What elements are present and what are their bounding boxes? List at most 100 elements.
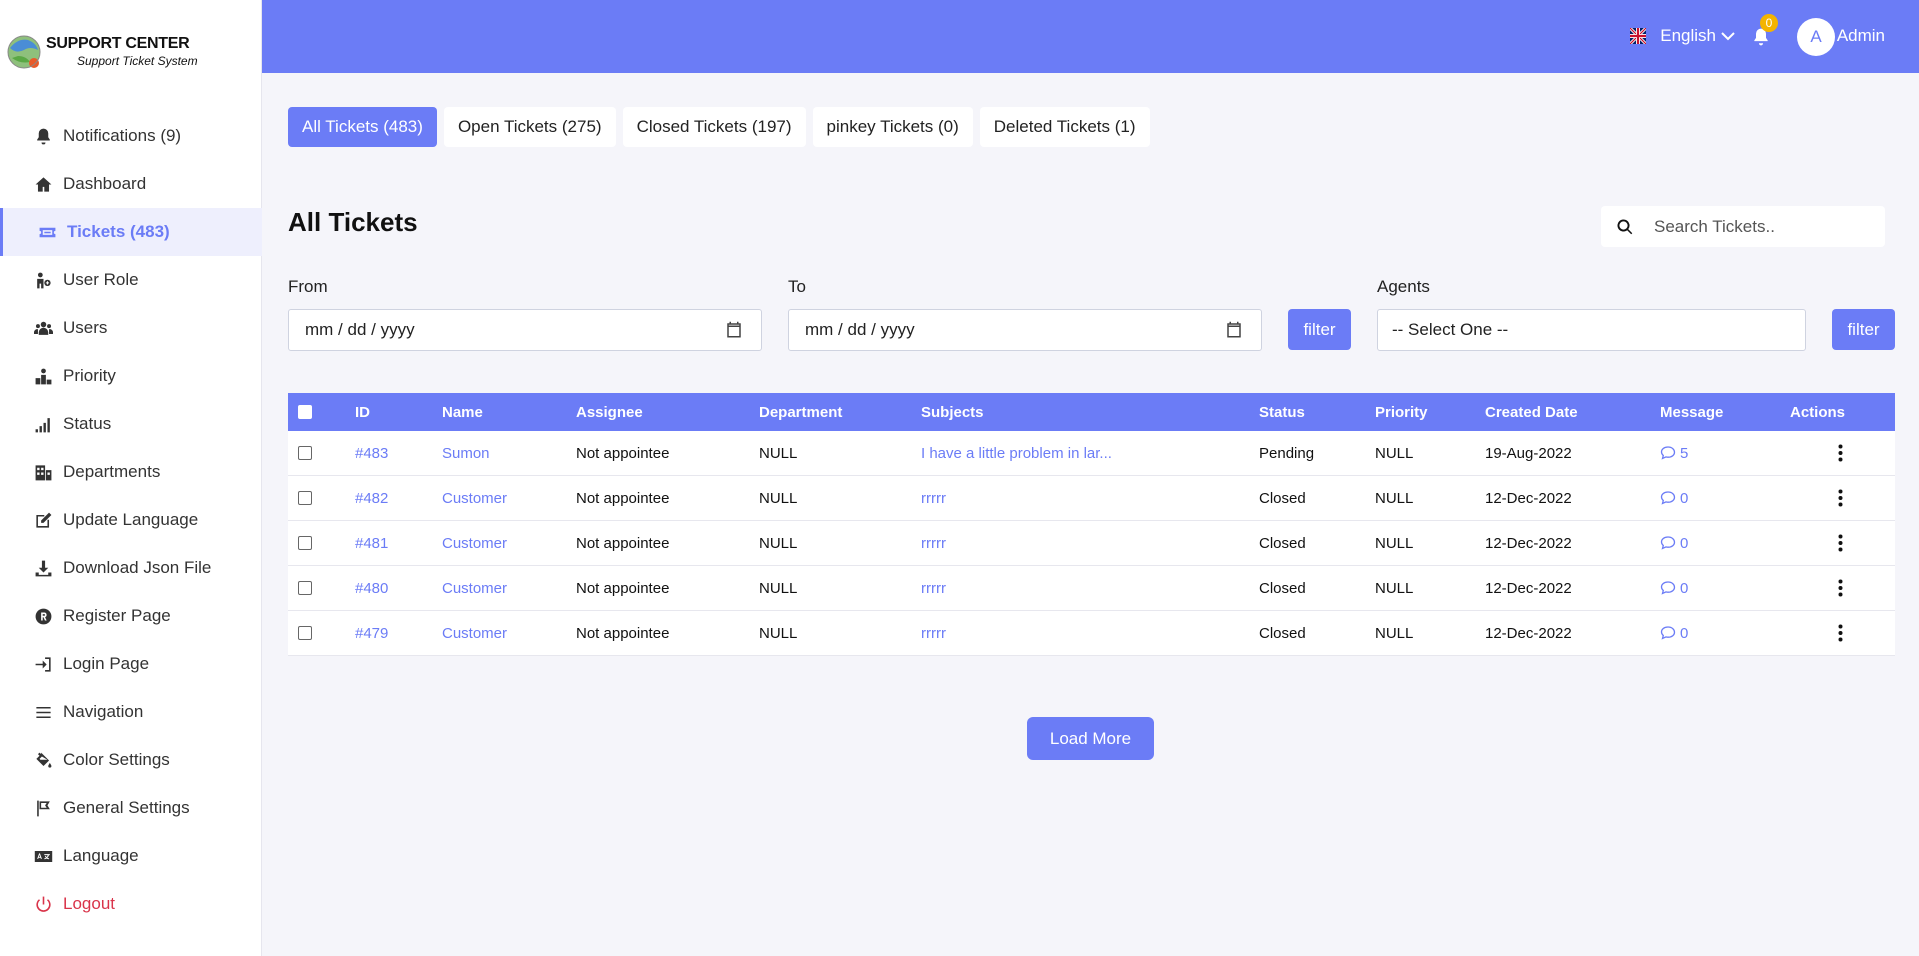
table-row[interactable]: #480 Customer Not appointee NULL rrrrr C… (288, 566, 1895, 611)
more-vertical-icon[interactable] (1830, 487, 1850, 509)
sidebar-item-language[interactable]: Language (0, 832, 262, 880)
date-filter-button[interactable]: filter (1288, 309, 1351, 350)
sidebar-item-tickets[interactable]: Tickets (483) (0, 208, 262, 256)
power-icon (32, 893, 54, 915)
sidebar-item-download-json[interactable]: Download Json File (0, 544, 262, 592)
ticket-icon (36, 221, 58, 243)
column-subjects[interactable]: Subjects (921, 393, 984, 431)
sidebar-item-general-settings[interactable]: General Settings (0, 784, 262, 832)
ticket-id-link[interactable]: #482 (355, 476, 388, 520)
sidebar-item-notifications[interactable]: Notifications (9) (0, 112, 262, 160)
ticket-id-link[interactable]: #481 (355, 521, 388, 565)
ticket-name-link[interactable]: Customer (442, 521, 507, 565)
column-status[interactable]: Status (1259, 393, 1305, 431)
brand-logo[interactable]: SUPPORT CENTER Support Ticket System (6, 32, 256, 74)
sidebar-item-users[interactable]: Users (0, 304, 262, 352)
sidebar-item-label: Departments (63, 462, 161, 481)
from-date-input[interactable]: mm / dd / yyyy (288, 309, 762, 351)
ticket-name-link[interactable]: Sumon (442, 431, 490, 475)
row-checkbox[interactable] (298, 581, 312, 595)
tab-pinkey-tickets[interactable]: pinkey Tickets (0) (812, 107, 973, 147)
row-checkbox[interactable] (298, 536, 312, 550)
table-row[interactable]: #483 Sumon Not appointee NULL I have a l… (288, 431, 1895, 476)
avatar[interactable]: A (1797, 18, 1835, 56)
ticket-id-link[interactable]: #483 (355, 431, 388, 475)
ticket-message-link[interactable]: 0 (1660, 566, 1688, 610)
sidebar-item-departments[interactable]: Departments (0, 448, 262, 496)
table-row[interactable]: #481 Customer Not appointee NULL rrrrr C… (288, 521, 1895, 566)
table-row[interactable]: #482 Customer Not appointee NULL rrrrr C… (288, 476, 1895, 521)
more-vertical-icon[interactable] (1830, 442, 1850, 464)
ticket-id-link[interactable]: #479 (355, 611, 388, 655)
ticket-status: Closed (1259, 489, 1306, 507)
tab-open-tickets[interactable]: Open Tickets (275) (443, 107, 616, 147)
ticket-subject-link[interactable]: rrrrr (921, 611, 946, 655)
ticket-message-link[interactable]: 0 (1660, 611, 1688, 655)
tab-deleted-tickets[interactable]: Deleted Tickets (1) (979, 107, 1150, 147)
sidebar-item-priority[interactable]: Priority (0, 352, 262, 400)
to-label: To (788, 277, 806, 296)
load-more-button[interactable]: Load More (1027, 717, 1154, 760)
table-row[interactable]: #479 Customer Not appointee NULL rrrrr C… (288, 611, 1895, 656)
user-name[interactable]: Admin (1837, 26, 1885, 46)
ticket-name-link[interactable]: Customer (442, 611, 507, 655)
sidebar-item-color-settings[interactable]: Color Settings (0, 736, 262, 784)
ticket-department: NULL (759, 624, 798, 642)
sidebar-item-status[interactable]: Status (0, 400, 262, 448)
more-vertical-icon[interactable] (1830, 532, 1850, 554)
sidebar-item-navigation[interactable]: Navigation (0, 688, 262, 736)
sidebar-item-label: Download Json File (63, 558, 212, 577)
ticket-subject-link[interactable]: rrrrr (921, 521, 946, 565)
ticket-subject-link[interactable]: rrrrr (921, 566, 946, 610)
sidebar-item-logout[interactable]: Logout (0, 880, 262, 928)
sidebar-item-register-page[interactable]: Register Page (0, 592, 262, 640)
tab-closed-tickets[interactable]: Closed Tickets (197) (622, 107, 806, 147)
notification-bell[interactable]: 0 (1751, 14, 1778, 49)
ticket-subject-link[interactable]: rrrrr (921, 476, 946, 520)
building-icon (32, 461, 54, 483)
tab-all-tickets[interactable]: All Tickets (483) (288, 107, 437, 147)
sidebar-item-update-language[interactable]: Update Language (0, 496, 262, 544)
sidebar-item-label: Dashboard (63, 174, 147, 193)
actions-cell (1830, 476, 1850, 520)
to-date-input[interactable]: mm / dd / yyyy (788, 309, 1262, 351)
row-checkbox[interactable] (298, 446, 312, 460)
ticket-message-link[interactable]: 5 (1660, 431, 1688, 475)
column-created-date[interactable]: Created Date (1485, 393, 1578, 431)
more-vertical-icon[interactable] (1830, 577, 1850, 599)
ticket-priority: NULL (1375, 444, 1414, 462)
more-vertical-icon[interactable] (1830, 622, 1850, 644)
sidebar-item-user-role[interactable]: User Role (0, 256, 262, 304)
row-select-cell (298, 431, 312, 475)
sidebar-item-label: Logout (63, 894, 115, 913)
from-date-placeholder: mm / dd / yyyy (305, 320, 415, 339)
calendar-icon[interactable] (1225, 321, 1243, 339)
language-selector[interactable]: English (1630, 26, 1736, 46)
column-priority[interactable]: Priority (1375, 393, 1428, 431)
ticket-priority: NULL (1375, 579, 1414, 597)
column-message[interactable]: Message (1660, 393, 1723, 431)
agents-select[interactable]: -- Select One -- (1377, 309, 1806, 351)
sidebar-item-dashboard[interactable]: Dashboard (0, 160, 262, 208)
ticket-subject-link[interactable]: I have a little problem in lar... (921, 431, 1112, 475)
row-checkbox[interactable] (298, 626, 312, 640)
select-all-checkbox[interactable] (298, 405, 312, 419)
column-id[interactable]: ID (355, 393, 370, 431)
search-input[interactable] (1654, 216, 1874, 237)
calendar-icon[interactable] (725, 321, 743, 339)
ticket-name-link[interactable]: Customer (442, 566, 507, 610)
row-checkbox[interactable] (298, 491, 312, 505)
ticket-department: NULL (759, 579, 798, 597)
message-count: 0 (1680, 534, 1689, 552)
column-assignee[interactable]: Assignee (576, 393, 643, 431)
sidebar-item-login-page[interactable]: Login Page (0, 640, 262, 688)
column-name[interactable]: Name (442, 393, 483, 431)
column-department[interactable]: Department (759, 393, 842, 431)
ticket-id-link[interactable]: #480 (355, 566, 388, 610)
brand-title: SUPPORT CENTER (46, 35, 190, 52)
agent-filter-button[interactable]: filter (1832, 309, 1895, 350)
ticket-message-link[interactable]: 0 (1660, 521, 1688, 565)
ticket-message-link[interactable]: 0 (1660, 476, 1688, 520)
ticket-department: NULL (759, 534, 798, 552)
ticket-name-link[interactable]: Customer (442, 476, 507, 520)
